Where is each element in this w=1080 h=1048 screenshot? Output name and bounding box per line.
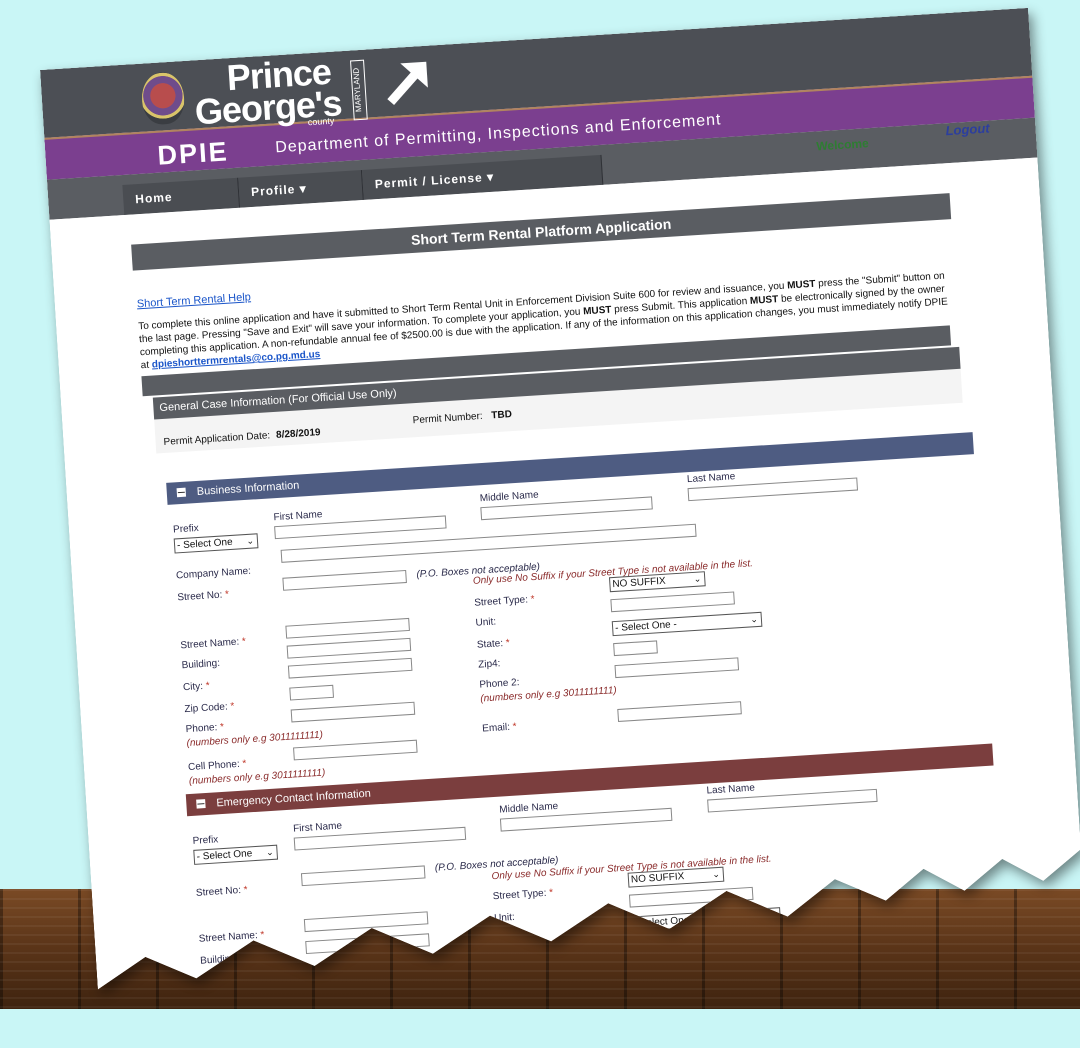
permit-number-value: TBD xyxy=(491,409,513,422)
street-type-label: Street Type: * xyxy=(473,593,536,609)
agency-abbr: DPIE xyxy=(156,136,230,171)
zip-code-label: Zip Code: * xyxy=(184,701,235,716)
prefix-select[interactable]: - Select One ⌄ xyxy=(174,533,259,553)
collapse-toggle-icon[interactable] xyxy=(177,488,187,498)
building-input[interactable] xyxy=(287,638,412,659)
ec-prefix-select[interactable]: - Select One ⌄ xyxy=(193,845,278,865)
building-label: Building: xyxy=(181,657,221,672)
zip4-label: Zip4: xyxy=(477,658,501,671)
phone2-label: Phone 2: xyxy=(479,677,520,691)
county-logo[interactable]: Prince George's county MARYLAND xyxy=(192,55,342,128)
cell-phone-input[interactable] xyxy=(293,740,418,761)
phone2-input[interactable] xyxy=(615,657,740,678)
ec-state-label: State: * xyxy=(495,933,529,947)
ec-building-input[interactable] xyxy=(305,933,430,954)
ec-street-type-label: Street Type: * xyxy=(492,887,554,903)
ec-building-label: Building: xyxy=(199,953,239,967)
last-name-label: Last Name xyxy=(686,471,736,486)
ec-street-no-label: Street No: * xyxy=(195,884,248,899)
first-name-label: First Name xyxy=(273,509,323,524)
phone-input[interactable] xyxy=(291,702,416,723)
ec-street-name-label: Street Name: * xyxy=(198,929,265,945)
middle-name-label: Middle Name xyxy=(479,489,539,505)
state-select[interactable]: - Select One - ⌄ xyxy=(612,612,763,636)
zip-code-input[interactable] xyxy=(289,685,334,701)
cell-phone-label: Cell Phone: * xyxy=(187,758,247,774)
ec-first-name-label: First Name xyxy=(292,820,343,835)
street-name-input[interactable] xyxy=(285,618,410,639)
phone-label: Phone: * xyxy=(185,721,225,736)
street-no-input[interactable] xyxy=(282,570,407,591)
collapse-toggle-icon[interactable] xyxy=(196,799,206,809)
ec-last-name-label: Last Name xyxy=(706,782,756,797)
ec-prefix-label: Prefix xyxy=(192,834,219,847)
city-label: City: * xyxy=(182,680,211,694)
prefix-label: Prefix xyxy=(172,522,200,536)
state-label: State: * xyxy=(476,637,511,651)
zip4-input[interactable] xyxy=(613,640,658,656)
paper-sheet-shadow: Prince George's county MARYLAND DPIE Dep… xyxy=(0,0,1080,1009)
help-link[interactable]: Short Term Rental Help xyxy=(137,291,252,310)
logout-link[interactable]: Logout xyxy=(945,121,990,139)
ec-street-no-input[interactable] xyxy=(301,865,426,886)
arrow-up-right-icon xyxy=(380,53,437,110)
chevron-down-icon: ⌄ xyxy=(246,535,255,546)
ec-unit-label: Unit: xyxy=(493,911,516,925)
street-no-label: Street No: * xyxy=(177,589,230,604)
email-input[interactable] xyxy=(617,701,742,722)
logo-county: county xyxy=(307,115,335,128)
city-input[interactable] xyxy=(288,658,413,679)
company-name-label: Company Name: xyxy=(175,565,252,582)
ec-unit-input[interactable] xyxy=(629,887,754,908)
ec-state-select[interactable]: - Select One - ⌄ xyxy=(630,907,781,931)
email-label: Email: * xyxy=(481,721,518,735)
street-name-label: Street Name: * xyxy=(180,636,247,652)
unit-input[interactable] xyxy=(610,591,735,612)
main-content: Short Term Rental Platform Application S… xyxy=(49,158,1080,1048)
unit-label: Unit: xyxy=(475,616,497,629)
ec-middle-name-label: Middle Name xyxy=(499,800,559,816)
screenshot-sheet: Prince George's county MARYLAND DPIE Dep… xyxy=(40,8,1080,1048)
ec-street-name-input[interactable] xyxy=(304,911,429,932)
